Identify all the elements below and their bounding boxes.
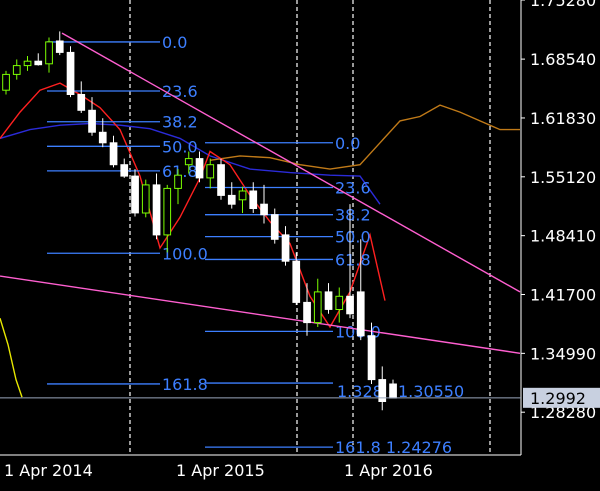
candle-body — [356, 291, 365, 337]
candle-body — [389, 383, 397, 399]
axes: 1.75280 1.68540 1.61830 1.55120 1.48410 1.417… — [0, 0, 600, 480]
fib-label: 23.6 — [335, 179, 371, 198]
candle — [45, 37, 53, 73]
candle-body — [88, 109, 96, 133]
ma-orange-line — [209, 104, 520, 170]
x-tick-label: 1 Apr 2015 — [176, 461, 265, 480]
fib-label: 23.6 — [162, 82, 198, 101]
candlestick-chart: 0.0 23.6 38.2 50.0 61.8 100.0 161.8 0.0 23.6 38.2… — [0, 0, 600, 487]
candle — [249, 182, 258, 213]
y-tick-label: 1.48410 — [530, 227, 596, 246]
candle — [120, 158, 129, 178]
candle-body — [303, 301, 311, 324]
candle-body — [2, 73, 10, 91]
candle-body — [195, 158, 204, 179]
candle — [12, 59, 21, 80]
candle — [313, 278, 322, 327]
candle-body — [292, 260, 301, 303]
y-tick-label: 1.61830 — [530, 109, 596, 128]
candle-body — [55, 40, 64, 53]
candle-body — [174, 174, 182, 189]
candle — [77, 81, 86, 113]
candle-body — [152, 184, 161, 236]
candle — [389, 379, 397, 399]
candle-body — [313, 291, 322, 324]
trendlines — [0, 32, 521, 354]
y-tick-label: 1.75280 — [530, 0, 596, 10]
moving-averages — [0, 82, 520, 398]
fib-label: 161.8 — [162, 375, 208, 394]
candle — [55, 31, 64, 56]
candle — [281, 226, 290, 266]
y-tick-label: 1.34990 — [530, 344, 596, 363]
candle-body — [77, 94, 86, 111]
fib-label: 0.0 — [335, 134, 360, 153]
candle — [378, 366, 387, 411]
candle-body — [184, 158, 193, 166]
candle — [66, 46, 75, 98]
fib-label: 50.0 — [335, 228, 371, 247]
candle-body — [217, 164, 225, 196]
candle-body — [109, 142, 118, 166]
fib-label: 38.2 — [335, 206, 371, 225]
candle — [34, 53, 43, 66]
candle — [2, 70, 10, 95]
candle-body — [260, 203, 268, 216]
candle-body — [206, 164, 215, 179]
candle — [109, 135, 118, 168]
candle-body — [238, 190, 247, 201]
candle-body — [324, 291, 333, 310]
x-tick-label: 1 Apr 2016 — [344, 461, 433, 480]
candle-body — [346, 295, 354, 315]
y-tick-label: 1.41700 — [530, 286, 596, 305]
candle-body — [34, 60, 43, 66]
candle — [227, 182, 236, 209]
candle-body — [335, 295, 344, 310]
candle — [292, 252, 301, 306]
candle-body — [12, 65, 21, 75]
candle-body — [270, 214, 279, 240]
candle-body — [98, 131, 107, 144]
candle — [206, 158, 215, 189]
fib-label: 50.0 — [162, 137, 198, 156]
candle-body — [367, 335, 376, 381]
candle-body — [163, 187, 172, 236]
fibonacci-levels: 0.0 23.6 38.2 50.0 61.8 100.0 161.8 0.0 23.6 38.2… — [47, 33, 464, 457]
candle — [217, 158, 225, 200]
chart-canvas: 0.0 23.6 38.2 50.0 61.8 100.0 161.8 0.0 23.6 38.2… — [0, 0, 600, 480]
candle-body — [120, 164, 129, 177]
candle — [303, 283, 311, 336]
fib-label: 0.0 — [162, 33, 187, 52]
fib-label: 61.8 — [335, 250, 371, 269]
candle — [152, 173, 161, 240]
candle — [141, 179, 150, 218]
candle — [98, 118, 107, 148]
y-tick-label: 1.68540 — [530, 50, 596, 69]
y-tick-label: 1.55120 — [530, 168, 596, 187]
current-price-label: 1.2992 — [530, 389, 586, 408]
candle-body — [249, 190, 258, 209]
candle — [270, 208, 279, 244]
candle — [88, 97, 96, 136]
x-tick-label: 1 Apr 2014 — [4, 461, 93, 480]
candle — [238, 186, 247, 213]
candle-body — [23, 60, 32, 67]
candle-body — [141, 184, 150, 214]
trendline-1 — [0, 275, 521, 354]
candle-body — [66, 51, 75, 95]
candle-body — [45, 41, 53, 65]
fib-label: 161.8 1.24276 — [335, 438, 452, 457]
candle — [335, 287, 344, 323]
candle-body — [227, 194, 236, 205]
candle — [163, 184, 172, 253]
candle — [131, 169, 139, 217]
candle — [23, 55, 32, 71]
candle — [324, 283, 333, 314]
fib-label: 38.2 — [162, 113, 198, 132]
fib-label: 100.0 — [162, 244, 208, 263]
candle-body — [131, 175, 139, 214]
ma-yellow-line — [0, 317, 23, 398]
candle-body — [281, 234, 290, 262]
